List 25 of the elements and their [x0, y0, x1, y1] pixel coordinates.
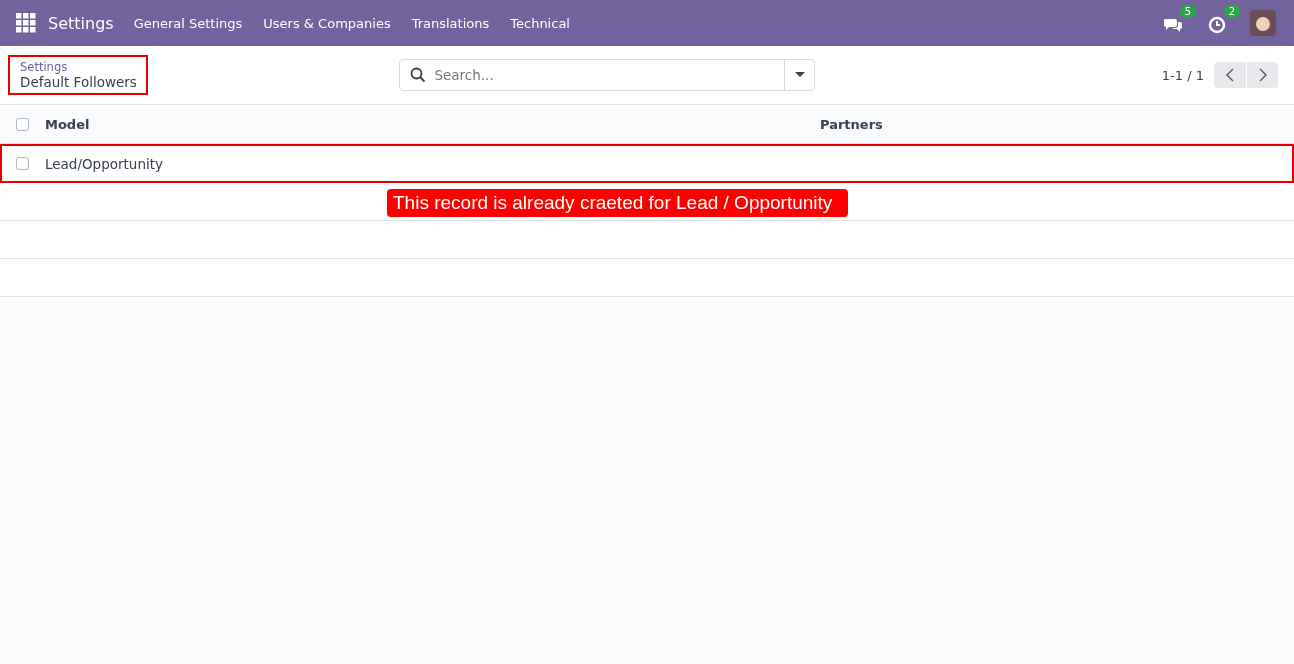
activity-count-badge: 2: [1223, 5, 1240, 18]
pager-value[interactable]: 1-1 / 1: [1161, 67, 1204, 83]
user-avatar[interactable]: [1250, 10, 1276, 36]
column-header[interactable]: Partners: [820, 116, 883, 132]
search-input[interactable]: Search...: [426, 67, 785, 83]
caret-icon: [794, 72, 805, 78]
table-row[interactable]: Lead/Opportunity: [0, 144, 1294, 183]
menu-item[interactable]: General Settings: [133, 15, 243, 31]
menu-item[interactable]: Users & Companies: [263, 15, 391, 31]
row-checkbox[interactable]: [16, 157, 29, 170]
column-header[interactable]: Model: [45, 116, 820, 132]
page-title: Default Followers: [20, 74, 137, 90]
select-all-checkbox[interactable]: [16, 117, 29, 131]
annotation-callout: This record is already craeted for Lead / Opportunity: [387, 189, 849, 217]
chevron-left-icon: [1226, 68, 1234, 82]
chevron-right-icon: [1258, 68, 1267, 82]
message-count-badge: 5: [1179, 5, 1196, 18]
search-icon: [410, 67, 427, 83]
search-bar[interactable]: Search...: [399, 59, 816, 91]
apps-menu-icon[interactable]: [16, 13, 36, 33]
table-cell-text: Lead/Opportunity: [45, 155, 164, 172]
menu-item[interactable]: Technical: [510, 15, 570, 31]
breadcrumb-link[interactable]: Settings: [20, 60, 136, 74]
app-title[interactable]: Settings: [48, 13, 114, 33]
menu-item[interactable]: Translations: [411, 15, 490, 31]
